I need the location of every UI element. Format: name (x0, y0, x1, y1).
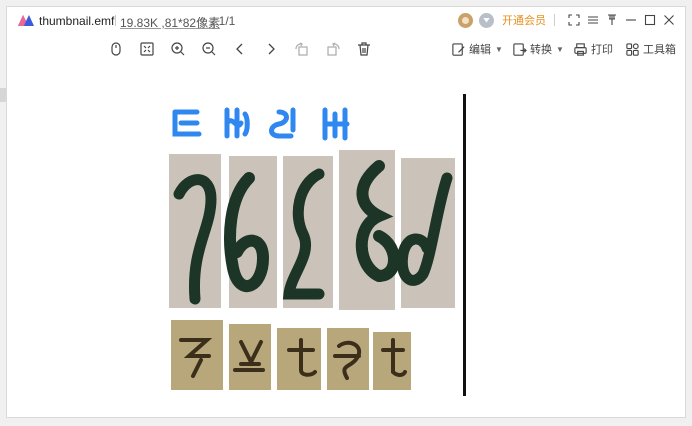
viewer-window: thumbnail.emf 19.83K ,81*82像素 , 1/1 开通会员 (6, 6, 686, 418)
title-divider (115, 15, 116, 26)
image-canvas (157, 92, 467, 394)
image-edge-line (463, 94, 466, 396)
title-bar: thumbnail.emf 19.83K ,81*82像素 , 1/1 开通会员 (7, 7, 685, 33)
file-name: thumbnail.emf (39, 14, 115, 28)
vip-icon[interactable] (479, 12, 494, 28)
convert-button[interactable]: 转换 ▼ (512, 39, 564, 59)
next-icon[interactable] (261, 39, 281, 59)
vip-link[interactable]: 开通会员 (502, 12, 546, 28)
edit-dropdown-icon: ▼ (495, 44, 503, 54)
zoom-out-icon[interactable] (199, 39, 219, 59)
edit-icon (452, 42, 465, 56)
toolbox-label: 工具箱 (643, 44, 676, 56)
print-icon (574, 42, 587, 56)
blue-glyph-row (172, 107, 350, 141)
toolbox-button[interactable]: 工具箱 (625, 39, 676, 59)
toolbox-icon (626, 42, 639, 56)
print-label: 打印 (591, 44, 613, 56)
rotate-right-icon[interactable] (323, 39, 343, 59)
minimize-icon[interactable] (623, 12, 639, 28)
page-indicator: , 1/1 (212, 14, 236, 28)
print-button[interactable]: 打印 (573, 39, 613, 59)
dark-glyph-row (173, 160, 453, 305)
user-avatar[interactable] (458, 12, 473, 28)
close-icon[interactable] (661, 12, 677, 28)
edit-button[interactable]: 编辑 ▼ (451, 39, 503, 59)
delete-icon[interactable] (354, 39, 374, 59)
title-controls: 开通会员 (458, 12, 677, 28)
rotate-left-icon[interactable] (292, 39, 312, 59)
menu-icon[interactable] (585, 12, 601, 28)
pin-icon[interactable] (604, 12, 620, 28)
convert-icon (513, 42, 527, 56)
edit-label: 编辑 (469, 44, 491, 56)
zoom-in-icon[interactable] (168, 39, 188, 59)
title-controls-divider (554, 14, 555, 26)
file-info[interactable]: 19.83K ,81*82像素 (120, 14, 220, 31)
mouse-mode-icon[interactable] (106, 39, 126, 59)
small-glyph-row (179, 338, 407, 380)
app-logo-icon (18, 15, 34, 26)
toolbar: 编辑 ▼ 转换 ▼ 打印 工具箱 (7, 35, 685, 63)
convert-dropdown-icon: ▼ (556, 44, 564, 54)
convert-label: 转换 (530, 44, 552, 56)
fit-window-icon[interactable] (137, 39, 157, 59)
previous-icon[interactable] (230, 39, 250, 59)
maximize-icon[interactable] (642, 12, 658, 28)
fullscreen-icon[interactable] (566, 12, 582, 28)
